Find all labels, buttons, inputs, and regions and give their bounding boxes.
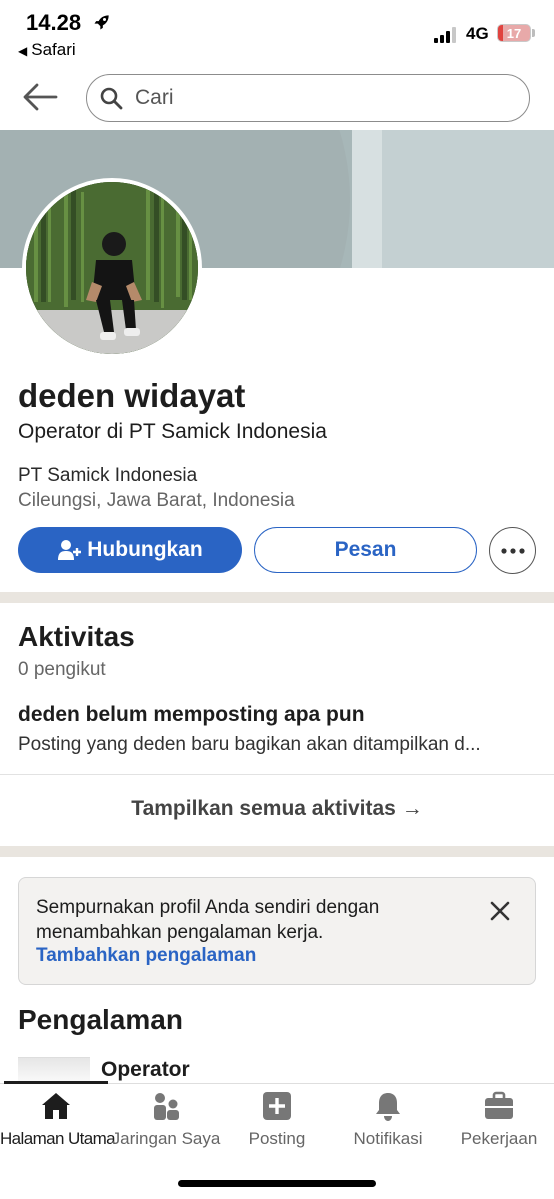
activity-title: Aktivitas [18,621,135,652]
nav-jobs[interactable]: Pekerjaan [444,1084,554,1154]
profile-name: deden widayat [18,377,246,414]
avatar-photo [26,182,198,354]
signal-icon [434,27,456,43]
briefcase-icon [485,1091,513,1119]
search-input[interactable] [135,84,505,112]
add-experience-link[interactable]: Tambahkan pengalaman [36,945,256,967]
profile-location: Cileungsi, Jawa Barat, Indonesia [18,490,295,511]
notice-text: Sempurnakan profil Anda sendiri dengan m… [36,897,380,943]
nav-home[interactable]: Halaman Utama [0,1084,116,1154]
experience-role[interactable]: Operator [101,1058,190,1082]
divider-line [0,774,554,775]
network-icon [154,1093,179,1120]
rocket-icon [94,15,109,30]
home-indicator[interactable] [178,1180,376,1187]
no-post-text: Posting yang deden baru bagikan akan dit… [18,734,481,755]
nav-notifications[interactable]: Notifikasi [332,1084,444,1154]
close-icon[interactable] [489,900,511,922]
section-divider [0,592,554,603]
profile-avatar[interactable] [22,178,202,358]
status-time: 14.28 [26,10,82,35]
back-arrow-icon[interactable] [22,80,60,114]
no-post-title: deden belum memposting apa pun [18,703,365,726]
profile-headline: Operator di PT Samick Indonesia [18,420,327,443]
add-person-icon [58,540,82,560]
section-divider [0,846,554,857]
post-icon [263,1092,291,1120]
search-icon [100,87,123,110]
experience-title: Pengalaman [18,1004,183,1035]
show-all-activity-link[interactable]: Tampilkan semua aktivitas → [0,797,554,821]
network-type: 4G [466,24,489,43]
search-box[interactable] [86,74,530,122]
home-icon [42,1093,70,1119]
back-triangle-icon: ◀ [18,44,28,58]
back-to-safari[interactable]: ◀ Safari [18,40,76,60]
nav-post[interactable]: Posting [222,1084,332,1154]
message-button[interactable]: Pesan [254,527,477,573]
more-dots-icon [500,547,525,554]
company-logo [18,1057,90,1083]
battery-icon: 17 [497,24,531,42]
complete-profile-notice: Sempurnakan profil Anda sendiri dengan m… [18,877,536,985]
more-button[interactable] [489,527,536,574]
battery-tip [532,29,535,37]
battery-text: 17 [506,26,522,41]
nav-label: Notifikasi [353,1129,423,1148]
nav-label: Pekerjaan [460,1129,538,1148]
status-bar: 14.28 ◀ Safari 4G 17 [0,0,554,66]
connect-label: Hubungkan [87,538,203,561]
nav-label: Halaman Utama [0,1129,116,1148]
profile-company[interactable]: PT Samick Indonesia [18,465,197,487]
connect-button[interactable]: Hubungkan [18,527,242,573]
nav-label: Posting [248,1129,306,1148]
nav-label: Jaringan Saya [111,1129,221,1148]
followers-count[interactable]: 0 pengikut [18,659,106,681]
nav-network[interactable]: Jaringan Saya [110,1084,222,1154]
back-app-label: Safari [31,40,76,59]
bell-icon [376,1093,400,1121]
